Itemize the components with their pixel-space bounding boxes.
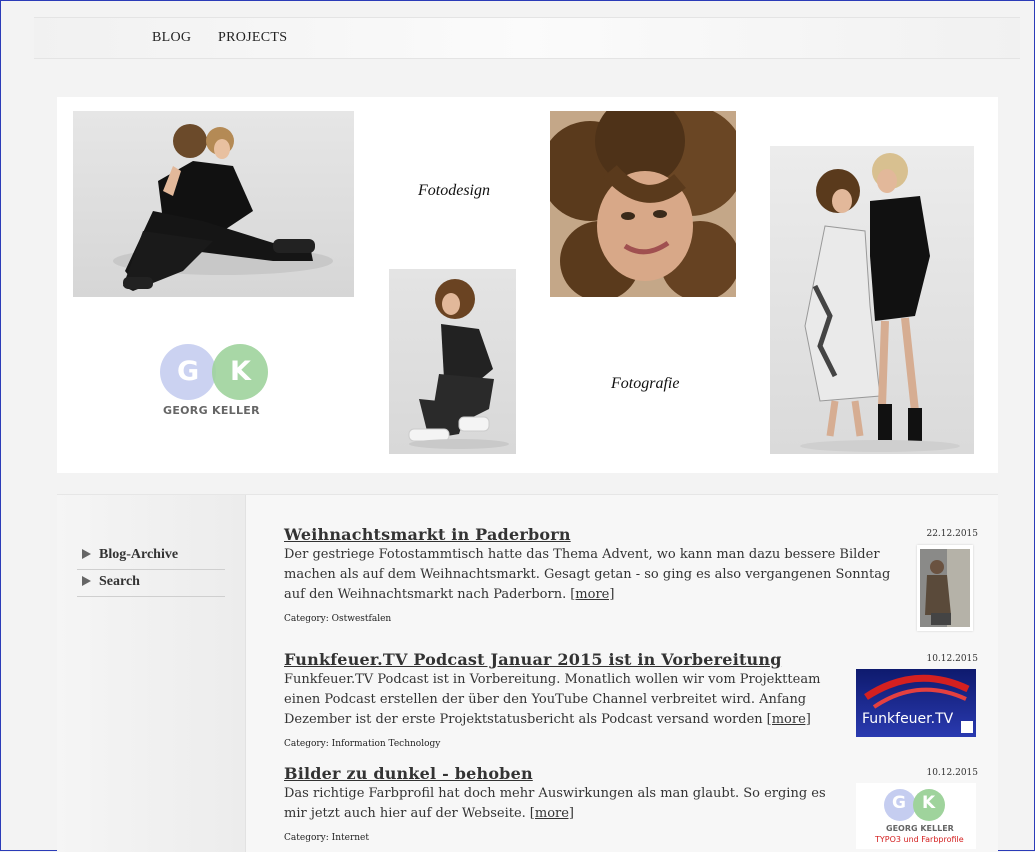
sidebar: Blog-Archive Search: [57, 495, 246, 852]
content-area: Blog-Archive Search Weihnachtsmarkt in P…: [57, 494, 998, 852]
post-title[interactable]: Weihnachtsmarkt in Paderborn: [284, 525, 571, 544]
post-date: 10.12.2015: [926, 654, 978, 664]
logo-name: GEORG KELLER: [163, 404, 260, 417]
hero-text-fotodesign: Fotodesign: [418, 182, 490, 199]
post-category: Category: Ostwestfalen: [284, 614, 392, 624]
arrow-right-icon: [82, 576, 91, 586]
post-thumbnail[interactable]: [917, 545, 973, 631]
post-excerpt: Der gestriege Fotostammtisch hatte das T…: [284, 547, 891, 602]
photo-curly-portrait: [550, 111, 736, 297]
post-date: 22.12.2015: [926, 529, 978, 539]
photo-two-women-sitting: [73, 111, 354, 297]
read-more-link[interactable]: [more]: [570, 587, 614, 602]
georg-keller-logo: G K GEORG KELLER: [160, 344, 270, 424]
post-thumbnail[interactable]: Funkfeuer.TV: [856, 669, 976, 737]
photo-kneeling-woman: [389, 269, 516, 454]
post-title[interactable]: Funkfeuer.TV Podcast Januar 2015 ist in …: [284, 650, 782, 669]
photo-two-women-standing: [770, 146, 974, 454]
hero-collage: Fotodesign Fotografie G K GEORG KELLER: [57, 97, 998, 473]
post-title[interactable]: Bilder zu dunkel - behoben: [284, 764, 533, 783]
logo-letter-g: G: [177, 356, 200, 387]
hero-text-fotografie: Fotografie: [611, 375, 680, 392]
read-more-link[interactable]: [more]: [530, 806, 574, 821]
read-more-link[interactable]: [more]: [767, 712, 811, 727]
thumbnail-caption: Funkfeuer.TV: [862, 711, 954, 727]
post-category: Category: Internet: [284, 833, 369, 843]
thumbnail-subcaption: TYPO3 und Farbprofile: [875, 835, 964, 844]
arrow-right-icon: [82, 549, 91, 559]
post-excerpt: Funkfeuer.TV Podcast ist in Vorbereitung…: [284, 672, 821, 727]
thumbnail-caption: GEORG KELLER: [886, 824, 954, 833]
nav-blog[interactable]: BLOG: [152, 30, 191, 46]
top-nav: BLOG PROJECTS: [34, 17, 1020, 59]
nav-projects[interactable]: PROJECTS: [218, 30, 287, 46]
post-date: 10.12.2015: [926, 768, 978, 778]
sidebar-item-blog-archive[interactable]: Blog-Archive: [77, 543, 225, 570]
post-thumbnail[interactable]: G K GEORG KELLER TYPO3 und Farbprofile: [856, 783, 976, 849]
post-category: Category: Information Technology: [284, 739, 441, 749]
sidebar-item-search[interactable]: Search: [77, 570, 225, 597]
logo-letter-k: K: [230, 356, 251, 387]
post-excerpt: Das richtige Farbprofil hat doch mehr Au…: [284, 786, 826, 821]
